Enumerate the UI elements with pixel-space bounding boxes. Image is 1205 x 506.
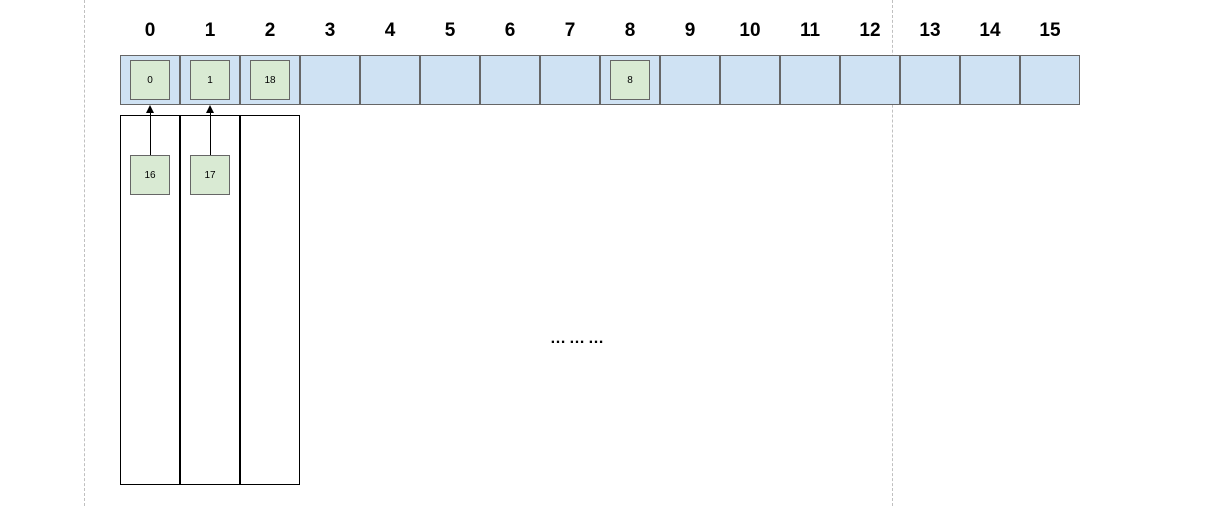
bucket-cell-15 <box>1020 55 1080 105</box>
header-label-9: 9 <box>660 20 720 42</box>
bucket-item-2: 18 <box>250 60 290 100</box>
header-label-15: 15 <box>1020 20 1080 42</box>
bucket-cell-9 <box>660 55 720 105</box>
bucket-cell-10 <box>720 55 780 105</box>
ellipsis-text: ……… <box>550 330 607 348</box>
header-label-5: 5 <box>420 20 480 42</box>
header-label-0: 0 <box>120 20 180 42</box>
bucket-cell-5 <box>420 55 480 105</box>
bucket-cell-3 <box>300 55 360 105</box>
diagram-canvas: 0123456789101112131415 01188 1617 ……… <box>0 0 1205 506</box>
header-label-14: 14 <box>960 20 1020 42</box>
header-label-6: 6 <box>480 20 540 42</box>
header-label-12: 12 <box>840 20 900 42</box>
bucket-cell-11 <box>780 55 840 105</box>
overflow-item-0: 16 <box>130 155 170 195</box>
header-label-4: 4 <box>360 20 420 42</box>
arrow-line-0 <box>150 112 151 155</box>
bucket-cell-12 <box>840 55 900 105</box>
header-label-10: 10 <box>720 20 780 42</box>
header-label-1: 1 <box>180 20 240 42</box>
header-label-11: 11 <box>780 20 840 42</box>
header-label-7: 7 <box>540 20 600 42</box>
overflow-item-1: 17 <box>190 155 230 195</box>
bucket-cell-7 <box>540 55 600 105</box>
page-divider-0 <box>84 0 85 506</box>
bucket-item-1: 1 <box>190 60 230 100</box>
arrow-head-0 <box>146 105 154 113</box>
arrow-head-1 <box>206 105 214 113</box>
bucket-cell-14 <box>960 55 1020 105</box>
header-label-13: 13 <box>900 20 960 42</box>
bucket-item-8: 8 <box>610 60 650 100</box>
bucket-cell-13 <box>900 55 960 105</box>
header-label-8: 8 <box>600 20 660 42</box>
bucket-cell-4 <box>360 55 420 105</box>
header-label-2: 2 <box>240 20 300 42</box>
overflow-column-2 <box>240 115 300 485</box>
header-label-3: 3 <box>300 20 360 42</box>
bucket-item-0: 0 <box>130 60 170 100</box>
arrow-line-1 <box>210 112 211 155</box>
bucket-cell-6 <box>480 55 540 105</box>
